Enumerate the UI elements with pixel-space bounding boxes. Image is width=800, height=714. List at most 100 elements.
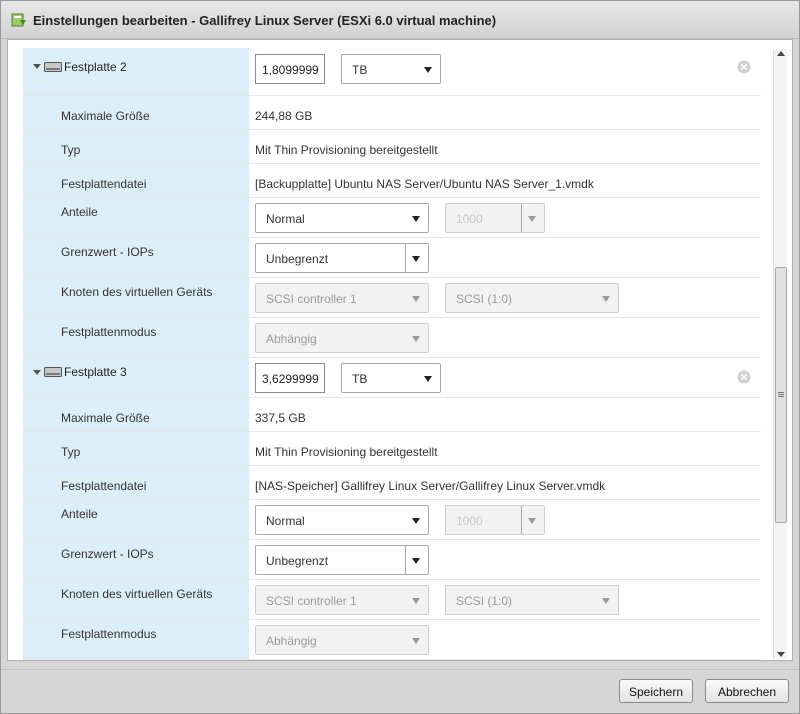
scsi-slot-value: SCSI (1:0) xyxy=(456,292,513,306)
iops-limit-label: Grenzwert - IOPs xyxy=(61,547,154,561)
iops-limit-value: Unbegrenzt xyxy=(266,554,329,568)
save-button[interactable]: Speichern xyxy=(619,679,693,703)
disk-mode-value: Abhängig xyxy=(266,634,317,648)
chevron-down-icon xyxy=(412,256,420,262)
max-size-row: Maximale Größe 244,88 GB xyxy=(23,96,761,130)
max-size-row: Maximale Größe 337,5 GB xyxy=(23,398,761,432)
type-value: Mit Thin Provisioning bereitgestellt xyxy=(255,445,438,459)
chevron-down-icon xyxy=(412,518,420,524)
chevron-down-icon xyxy=(528,216,536,222)
shares-row: Anteile Normal 1000 xyxy=(23,198,761,238)
disk-mode-value: Abhängig xyxy=(266,332,317,346)
type-value: Mit Thin Provisioning bereitgestellt xyxy=(255,143,438,157)
shares-label: Anteile xyxy=(61,507,98,521)
max-size-label: Maximale Größe xyxy=(61,411,150,425)
disk-name: Festplatte 2 xyxy=(64,60,127,74)
size-unit-select[interactable]: TB xyxy=(341,54,441,84)
edit-settings-dialog: Einstellungen bearbeiten - Gallifrey Lin… xyxy=(0,0,800,714)
scsi-slot-select: SCSI (1:0) xyxy=(445,283,619,313)
type-label: Typ xyxy=(61,143,81,157)
type-row: Typ Mit Thin Provisioning bereitgestellt xyxy=(23,432,761,466)
shares-amount-value: 1000 xyxy=(456,514,483,528)
disk-name: Festplatte 3 xyxy=(64,365,127,379)
hard-disk-icon xyxy=(44,367,62,377)
virtual-device-node-row: Knoten des virtuellen Geräts SCSI contro… xyxy=(23,278,761,318)
disk-mode-select: Abhängig xyxy=(255,625,429,655)
remove-circle-icon[interactable] xyxy=(737,60,751,74)
disk-file-row: Festplattendatei [NAS-Speicher] Gallifre… xyxy=(23,466,761,500)
disk-mode-row: Festplattenmodus Abhängig xyxy=(23,318,761,358)
scsi-controller-value: SCSI controller 1 xyxy=(266,594,357,608)
chevron-down-icon xyxy=(602,296,610,302)
max-size-value: 244,88 GB xyxy=(255,109,313,123)
hard-disk-icon xyxy=(44,62,62,72)
settings-panel: Festplatte 2 1,8099999 TB Maximale Größe… xyxy=(7,39,793,661)
shares-amount-select: 1000 xyxy=(445,203,545,233)
cancel-button[interactable]: Abbrechen xyxy=(705,679,789,703)
disk-size-input[interactable]: 3,6299999 xyxy=(255,363,325,393)
disk-file-value: [Backupplatte] Ubuntu NAS Server/Ubuntu … xyxy=(255,177,594,191)
type-row: Typ Mit Thin Provisioning bereitgestellt xyxy=(23,130,761,164)
shares-value: Normal xyxy=(266,514,305,528)
disk-file-row: Festplattendatei [Backupplatte] Ubuntu N… xyxy=(23,164,761,198)
shares-label: Anteile xyxy=(61,205,98,219)
chevron-down-icon xyxy=(412,296,420,302)
select-divider xyxy=(521,204,522,232)
iops-limit-select[interactable]: Unbegrenzt xyxy=(255,243,429,273)
iops-limit-label: Grenzwert - IOPs xyxy=(61,245,154,259)
disk-mode-label: Festplattenmodus xyxy=(61,627,157,641)
shares-select[interactable]: Normal xyxy=(255,203,429,233)
iops-limit-select[interactable]: Unbegrenzt xyxy=(255,545,429,575)
shares-amount-value: 1000 xyxy=(456,212,483,226)
chevron-down-icon xyxy=(412,598,420,604)
scroll-up-icon[interactable] xyxy=(777,51,785,56)
triangle-down-icon[interactable] xyxy=(33,370,41,375)
scsi-slot-select: SCSI (1:0) xyxy=(445,585,619,615)
virtual-device-node-label: Knoten des virtuellen Geräts xyxy=(61,285,213,299)
vertical-scrollbar[interactable] xyxy=(773,49,787,659)
disk-header-row: Festplatte 3 3,6299999 TB xyxy=(23,358,761,398)
disk-mode-select: Abhängig xyxy=(255,323,429,353)
grip-icon xyxy=(778,392,784,397)
virtual-device-node-label: Knoten des virtuellen Geräts xyxy=(61,587,213,601)
virtual-device-node-row: Knoten des virtuellen Geräts SCSI contro… xyxy=(23,580,761,620)
chevron-down-icon xyxy=(412,336,420,342)
chevron-down-icon xyxy=(412,216,420,222)
remove-circle-icon[interactable] xyxy=(737,370,751,384)
scsi-slot-value: SCSI (1:0) xyxy=(456,594,513,608)
max-size-value: 337,5 GB xyxy=(255,411,306,425)
scrollbar-thumb[interactable] xyxy=(775,267,787,523)
scsi-controller-select: SCSI controller 1 xyxy=(255,585,429,615)
dialog-title: Einstellungen bearbeiten - Gallifrey Lin… xyxy=(33,13,497,28)
dialog-titlebar[interactable]: Einstellungen bearbeiten - Gallifrey Lin… xyxy=(1,1,799,39)
shares-amount-select: 1000 xyxy=(445,505,545,535)
triangle-down-icon[interactable] xyxy=(33,64,41,69)
select-divider xyxy=(405,244,406,272)
size-unit-value: TB xyxy=(352,63,368,77)
type-label: Typ xyxy=(61,445,81,459)
chevron-down-icon xyxy=(602,598,610,604)
shares-row: Anteile Normal 1000 xyxy=(23,500,761,540)
disk-settings-list: Festplatte 2 1,8099999 TB Maximale Größe… xyxy=(23,48,761,660)
vm-settings-icon xyxy=(11,13,26,27)
chevron-down-icon xyxy=(528,518,536,524)
scsi-controller-value: SCSI controller 1 xyxy=(266,292,357,306)
max-size-label: Maximale Größe xyxy=(61,109,150,123)
chevron-down-icon xyxy=(412,558,420,564)
chevron-down-icon xyxy=(424,376,432,382)
shares-value: Normal xyxy=(266,212,305,226)
iops-limit-value: Unbegrenzt xyxy=(266,252,329,266)
iops-limit-row: Grenzwert - IOPs Unbegrenzt xyxy=(23,540,761,580)
chevron-down-icon xyxy=(424,67,432,73)
chevron-down-icon xyxy=(412,638,420,644)
select-divider xyxy=(405,546,406,574)
disk-mode-row: Festplattenmodus Abhängig xyxy=(23,620,761,660)
disk-size-input[interactable]: 1,8099999 xyxy=(255,54,325,84)
disk-header-row: Festplatte 2 1,8099999 TB xyxy=(23,48,761,96)
shares-select[interactable]: Normal xyxy=(255,505,429,535)
size-unit-select[interactable]: TB xyxy=(341,363,441,393)
scroll-down-icon[interactable] xyxy=(777,652,785,657)
disk-file-label: Festplattendatei xyxy=(61,479,147,493)
scsi-controller-select: SCSI controller 1 xyxy=(255,283,429,313)
disk-file-label: Festplattendatei xyxy=(61,177,147,191)
